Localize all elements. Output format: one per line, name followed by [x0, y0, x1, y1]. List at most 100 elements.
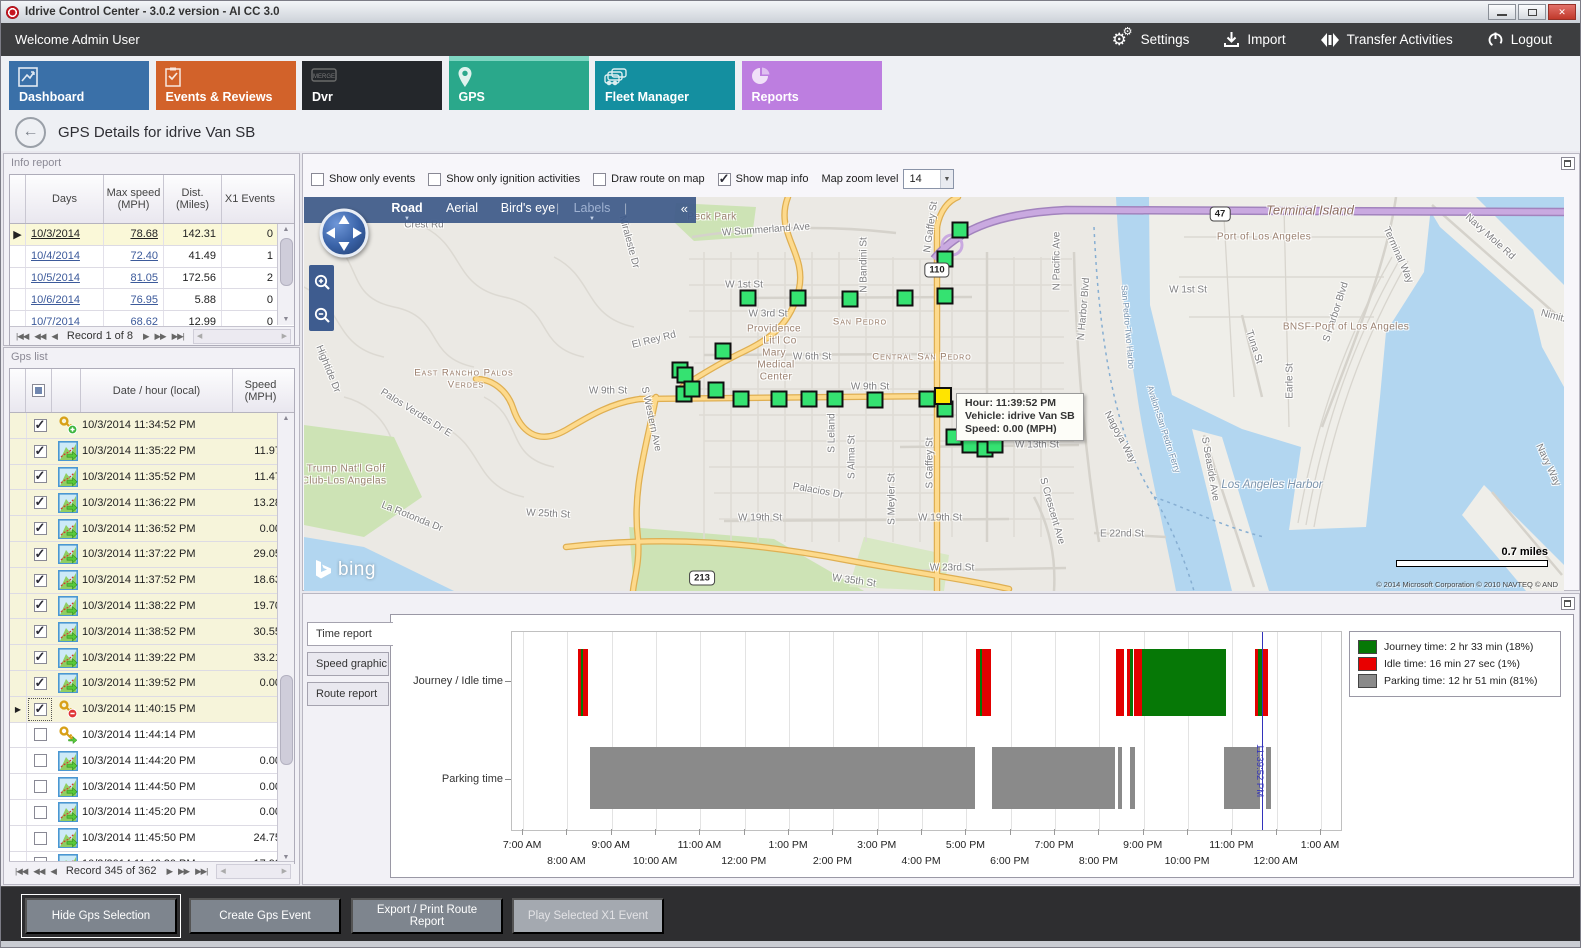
map-toolbar-collapse-icon[interactable]: « — [681, 201, 688, 216]
row-checkbox[interactable] — [27, 800, 53, 825]
gps-scrollbar[interactable]: ▲▼ — [277, 413, 294, 863]
gps-list-row[interactable]: 10/3/2014 11:37:22 PM29.05 — [10, 542, 278, 568]
pager-first-icon[interactable]: |◀◀ — [15, 866, 27, 877]
pager-last-icon[interactable]: ▶▶| — [195, 866, 207, 877]
day-link[interactable]: 10/5/2014 — [31, 272, 80, 284]
row-checkbox[interactable] — [27, 748, 53, 773]
map-marker[interactable] — [708, 382, 725, 399]
gps-list-row[interactable]: 10/3/2014 11:34:52 PM — [10, 413, 278, 439]
map-marker[interactable] — [919, 391, 936, 408]
pager-prev-page-icon[interactable]: ◀◀ — [33, 866, 44, 877]
row-checkbox[interactable] — [27, 413, 53, 438]
map-option-draw-route-on-map[interactable]: Draw route on map — [593, 173, 705, 186]
pager-next-page-icon[interactable]: ▶▶ — [155, 331, 166, 342]
gps-list-row[interactable]: 10/3/2014 11:35:52 PM11.47 — [10, 465, 278, 491]
row-checkbox[interactable] — [27, 619, 53, 644]
column-header-days[interactable]: Days — [26, 175, 104, 223]
row-checkbox[interactable] — [27, 697, 53, 722]
hide-gps-selection-button[interactable]: Hide Gps Selection — [25, 898, 177, 934]
minimize-button[interactable] — [1488, 4, 1516, 20]
gps-list-row[interactable]: 10/3/2014 11:44:14 PM — [10, 723, 278, 749]
row-checkbox[interactable] — [27, 439, 53, 464]
map-zoom-level-select[interactable]: 14▼ — [903, 169, 954, 189]
map-marker[interactable] — [897, 290, 914, 307]
gps-list-row[interactable]: 10/3/2014 11:44:20 PM0.00 — [10, 748, 278, 774]
top-action-transfer-activities[interactable]: Transfer Activities — [1320, 31, 1453, 49]
info-report-row[interactable]: 10/4/201472.4041.491 — [10, 246, 294, 268]
maximize-button[interactable] — [1518, 4, 1546, 20]
row-checkbox[interactable] — [27, 465, 53, 490]
row-checkbox[interactable] — [27, 542, 53, 567]
gps-list-row[interactable]: 10/3/2014 11:39:22 PM33.21 — [10, 645, 278, 671]
back-button[interactable]: ← — [15, 117, 46, 148]
gps-list-row[interactable]: 10/3/2014 11:38:52 PM30.55 — [10, 619, 278, 645]
max-speed-link[interactable]: 81.05 — [130, 272, 158, 284]
pager-next-icon[interactable]: ▶ — [166, 866, 172, 877]
top-action-import[interactable]: Import — [1223, 31, 1285, 48]
map-marker[interactable] — [790, 290, 807, 307]
nav-tab-reports[interactable]: Reports — [742, 61, 882, 110]
map-marker-selected[interactable] — [934, 387, 952, 405]
day-link[interactable]: 10/4/2014 — [31, 250, 80, 262]
nav-tab-gps[interactable]: GPS — [449, 61, 589, 110]
zoom-in-icon[interactable] — [313, 273, 331, 291]
map-option-show-map-info[interactable]: Show map info — [718, 173, 809, 186]
map-option-show-only-ignition-activities[interactable]: Show only ignition activities — [428, 173, 580, 186]
map-marker[interactable] — [771, 391, 788, 408]
info-report-row[interactable]: 10/5/201481.05172.562 — [10, 268, 294, 290]
max-speed-link[interactable]: 78.68 — [130, 228, 158, 240]
map-view-road[interactable]: Road — [391, 201, 422, 215]
gps-list-row[interactable]: 10/3/2014 11:36:22 PM13.28 — [10, 490, 278, 516]
pager-next-icon[interactable]: ▶ — [143, 331, 149, 342]
map-view-aerial[interactable]: Aerial — [446, 201, 478, 215]
gps-list-row[interactable]: 10/3/2014 11:38:22 PM19.70 — [10, 594, 278, 620]
column-header-datetime[interactable]: Date / hour (local) — [81, 369, 233, 412]
close-button[interactable]: ✕ — [1548, 4, 1576, 20]
map-marker[interactable] — [715, 343, 732, 360]
pager-hscrollbar[interactable]: ◀▶ — [216, 864, 291, 879]
row-checkbox[interactable] — [27, 568, 53, 593]
info-report-row[interactable]: ▶10/3/201478.68142.310 — [10, 224, 294, 246]
nav-tab-fleet-manager[interactable]: Fleet Manager — [595, 61, 735, 110]
map-marker[interactable] — [937, 288, 954, 305]
map-marker[interactable] — [733, 391, 750, 408]
gps-list-row[interactable]: ▶ 10/3/2014 11:40:15 PM — [10, 697, 278, 723]
row-checkbox[interactable] — [27, 774, 53, 799]
map-marker[interactable] — [937, 251, 954, 268]
pager-last-icon[interactable]: ▶▶| — [172, 331, 184, 342]
pager-prev-icon[interactable]: ◀ — [50, 866, 56, 877]
map-marker[interactable] — [827, 391, 844, 408]
map-marker[interactable] — [684, 381, 701, 398]
row-checkbox[interactable] — [27, 645, 53, 670]
top-action-settings[interactable]: ⚙⚙Settings — [1112, 28, 1190, 51]
nav-tab-dvr[interactable]: MERGEDvr — [302, 61, 442, 110]
create-gps-event-button[interactable]: Create Gps Event — [189, 898, 341, 934]
report-tab-time-report[interactable]: Time report — [307, 622, 393, 646]
pager-prev-page-icon[interactable]: ◀◀ — [34, 331, 45, 342]
gps-list-row[interactable]: 10/3/2014 11:39:52 PM0.00 — [10, 671, 278, 697]
map-view-bird-s-eye[interactable]: Bird's eye — [501, 201, 556, 215]
map-marker[interactable] — [952, 222, 969, 239]
bing-map[interactable]: | | « Road▼AerialBird's eyeLabels▼ — [304, 197, 1564, 591]
map-marker[interactable] — [867, 392, 884, 409]
map-marker[interactable] — [801, 391, 818, 408]
gps-list-row[interactable]: 10/3/2014 11:45:20 PM0.00 — [10, 800, 278, 826]
map-panel-maximize-icon[interactable] — [1561, 157, 1575, 170]
map-compass-control[interactable] — [318, 207, 370, 259]
max-speed-link[interactable]: 72.40 — [130, 250, 158, 262]
column-header-x1-events[interactable]: X1 Events — [222, 175, 278, 223]
pager-hscrollbar[interactable]: ◀▶ — [193, 329, 291, 344]
info-report-row[interactable]: 10/6/201476.955.880 — [10, 289, 294, 311]
day-link[interactable]: 10/3/2014 — [31, 228, 80, 240]
pager-first-icon[interactable]: |◀◀ — [16, 331, 28, 342]
row-checkbox[interactable] — [27, 826, 53, 851]
gps-list-row[interactable]: 10/3/2014 11:45:50 PM24.75 — [10, 826, 278, 852]
top-action-logout[interactable]: Logout — [1487, 31, 1552, 48]
info-scrollbar[interactable]: ▲▼ — [277, 224, 294, 325]
export-print-route-report-button[interactable]: Export / Print Route Report — [351, 898, 503, 934]
row-checkbox[interactable] — [27, 671, 53, 696]
pager-prev-icon[interactable]: ◀ — [51, 331, 57, 342]
zoom-out-icon[interactable] — [313, 306, 331, 324]
gps-list-row[interactable]: 10/3/2014 11:35:22 PM11.97 — [10, 439, 278, 465]
max-speed-link[interactable]: 76.95 — [130, 294, 158, 306]
